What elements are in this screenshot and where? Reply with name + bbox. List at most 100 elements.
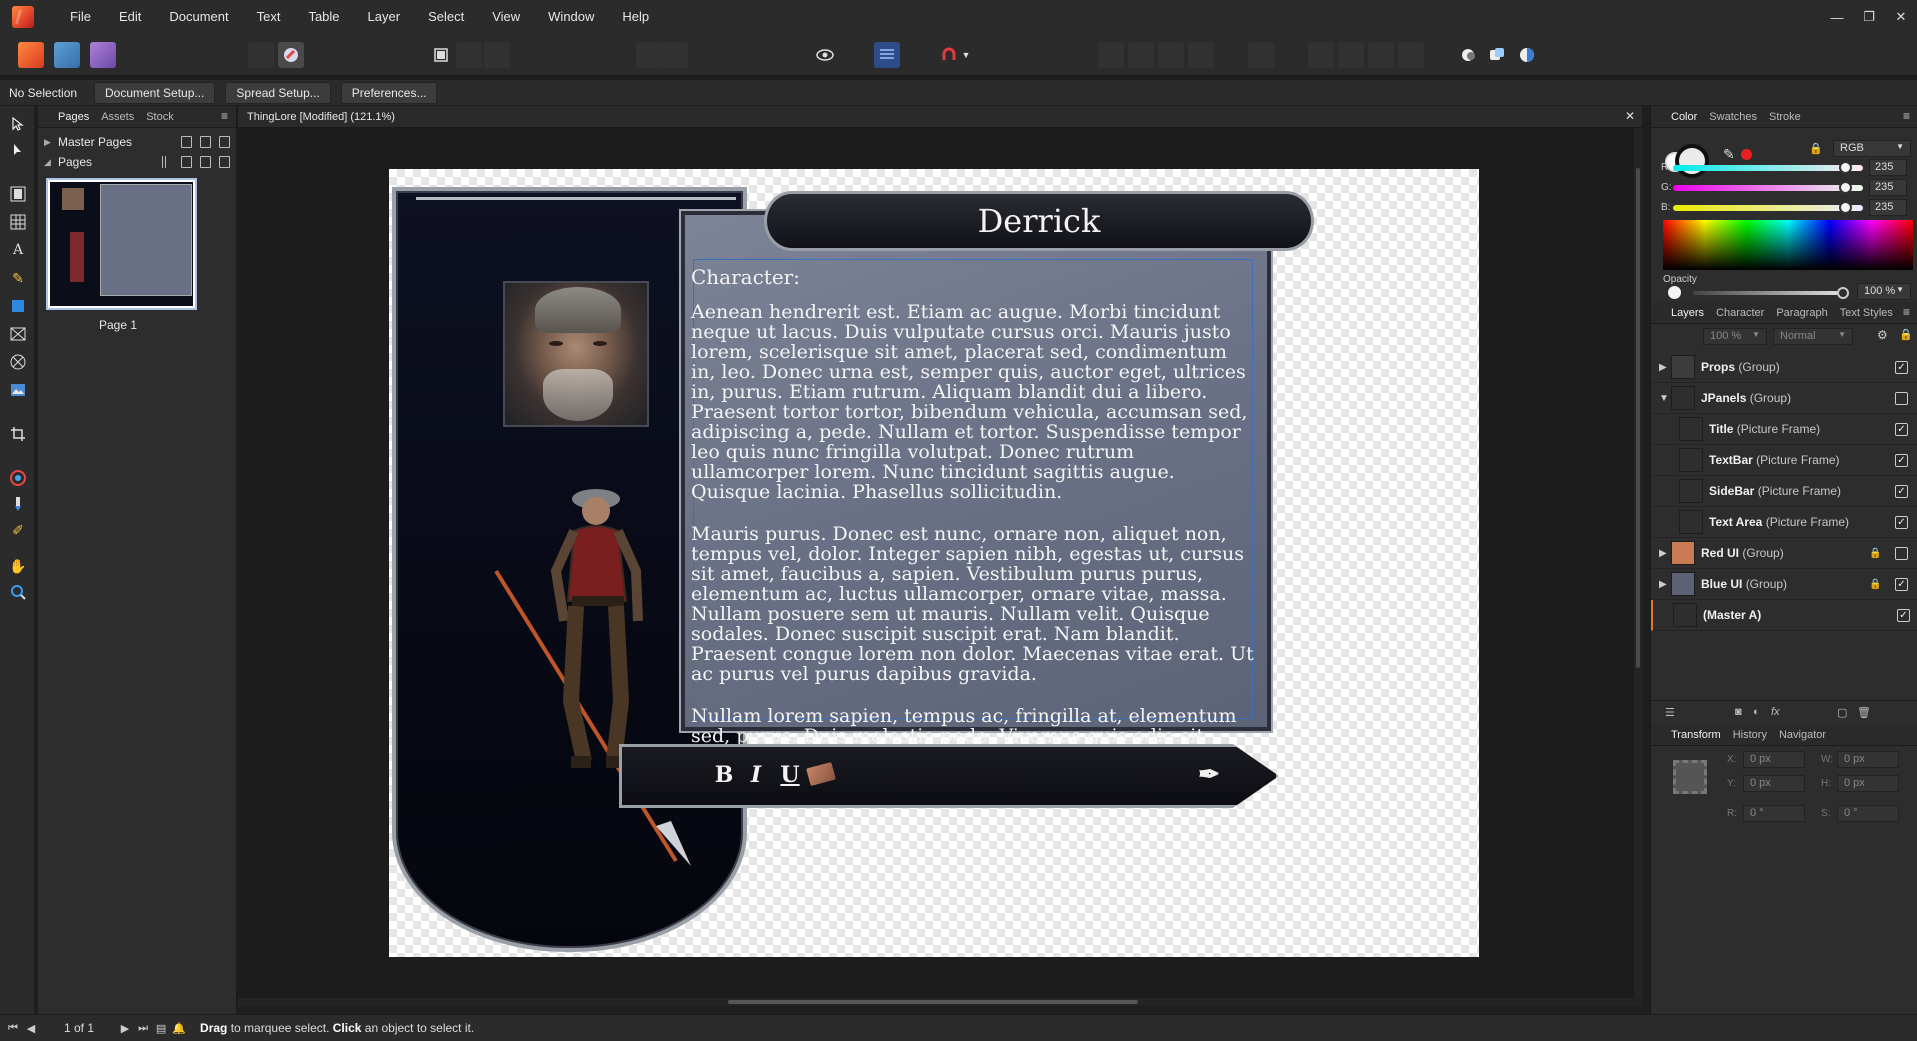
- preflight-icon[interactable]: [248, 42, 274, 68]
- shear-field[interactable]: 0 °: [1837, 805, 1899, 822]
- tab-stock[interactable]: Stock: [146, 111, 174, 123]
- publisher-persona-icon[interactable]: [18, 42, 44, 68]
- flip-v-icon[interactable]: [1338, 42, 1364, 68]
- text-frame-tool-icon[interactable]: [8, 184, 28, 204]
- expand-arrow-icon[interactable]: ▶: [44, 137, 51, 148]
- horizontal-scroll-thumb[interactable]: [728, 1000, 1138, 1004]
- vertical-scrollbar[interactable]: [1634, 128, 1642, 1006]
- tab-text-styles[interactable]: Text Styles: [1840, 307, 1893, 319]
- tab-swatches[interactable]: Swatches: [1709, 111, 1757, 123]
- spread-setup-button[interactable]: Spread Setup...: [225, 81, 331, 104]
- baseline-grid-icon[interactable]: [874, 42, 900, 68]
- layer-visibility-checkbox[interactable]: ✓: [1895, 422, 1908, 436]
- red-value-field[interactable]: 235: [1869, 159, 1907, 176]
- layer-visibility-checkbox[interactable]: ✓: [1895, 577, 1908, 591]
- last-page-icon[interactable]: ⏭: [134, 1022, 152, 1035]
- bold-button[interactable]: B: [712, 762, 736, 788]
- green-slider[interactable]: [1673, 185, 1863, 191]
- zoom-tool-icon[interactable]: [8, 582, 28, 602]
- layer-row[interactable]: (Master A) ✓: [1651, 600, 1917, 631]
- ellipse-frame-tool-icon[interactable]: [8, 352, 28, 372]
- layer-row[interactable]: Text Area (Picture Frame) ✓: [1651, 507, 1917, 538]
- green-slider-knob[interactable]: [1839, 181, 1852, 194]
- boolean-intersect-icon[interactable]: [1514, 42, 1540, 68]
- layer-visibility-checkbox[interactable]: ✓: [1895, 515, 1908, 529]
- pages-row[interactable]: ◢ Pages: [38, 152, 236, 172]
- picture-frame-tool-icon[interactable]: [8, 324, 28, 344]
- rotation-field[interactable]: 0 °: [1743, 805, 1805, 822]
- h-field[interactable]: 0 px: [1837, 775, 1899, 792]
- boolean-subtract-icon[interactable]: [1484, 42, 1510, 68]
- layer-expand-arrow-icon[interactable]: ▶: [1659, 548, 1667, 559]
- menu-layer[interactable]: Layer: [354, 0, 415, 34]
- layer-visibility-checkbox[interactable]: ✓: [1897, 608, 1910, 622]
- character-heading[interactable]: Character:: [691, 265, 800, 289]
- opacity-slider-knob[interactable]: [1837, 287, 1849, 299]
- picked-color-swatch[interactable]: [1741, 149, 1752, 160]
- red-slider[interactable]: [1673, 165, 1863, 171]
- eraser-icon[interactable]: [806, 761, 836, 787]
- mask-icon[interactable]: ◙: [1735, 706, 1742, 718]
- textbar-frame[interactable]: B I U ✒: [619, 744, 1279, 808]
- frame-icon[interactable]: [456, 42, 482, 68]
- page-setup-icon[interactable]: ▤: [152, 1022, 170, 1035]
- menu-help[interactable]: Help: [608, 0, 663, 34]
- opacity-slider[interactable]: [1693, 291, 1838, 295]
- tab-transform[interactable]: Transform: [1671, 729, 1721, 741]
- blue-value-field[interactable]: 235: [1869, 199, 1907, 216]
- color-picker-tool-icon[interactable]: [8, 468, 28, 488]
- w-field[interactable]: 0 px: [1837, 751, 1899, 768]
- menu-document[interactable]: Document: [155, 0, 242, 34]
- knight-figure-image[interactable]: [476, 471, 706, 871]
- menu-text[interactable]: Text: [243, 0, 295, 34]
- delete-page-icon[interactable]: [219, 156, 230, 168]
- character-name[interactable]: Derrick: [767, 202, 1311, 240]
- menu-file[interactable]: File: [56, 0, 105, 34]
- layer-visibility-checkbox[interactable]: ✓: [1895, 484, 1908, 498]
- boolean-add-icon[interactable]: [1456, 42, 1482, 68]
- gear-icon[interactable]: ⚙: [1877, 328, 1888, 342]
- duplicate-master-icon[interactable]: [200, 136, 211, 148]
- previous-page-icon[interactable]: ◀: [22, 1022, 40, 1035]
- minimize-button[interactable]: —: [1821, 0, 1853, 34]
- notification-bell-icon[interactable]: 🔔: [170, 1022, 188, 1035]
- layer-row[interactable]: Title (Picture Frame) ✓: [1651, 414, 1917, 445]
- panel-menu-icon[interactable]: ≡: [1903, 109, 1910, 123]
- place-image-tool-icon[interactable]: [8, 380, 28, 400]
- duplicate-page-icon[interactable]: [200, 156, 211, 168]
- menu-table[interactable]: Table: [294, 0, 353, 34]
- layer-row[interactable]: SideBar (Picture Frame) ✓: [1651, 476, 1917, 507]
- adjustment-icon[interactable]: ◐: [1753, 706, 1760, 718]
- layers-stack-icon[interactable]: ☰: [1665, 706, 1675, 719]
- hand-tool-icon[interactable]: ✋: [8, 556, 28, 576]
- layer-lock-icon[interactable]: 🔒: [1869, 548, 1881, 559]
- crop-tool-icon[interactable]: [8, 424, 28, 444]
- anchor-icon[interactable]: [662, 42, 688, 68]
- layer-visibility-checkbox[interactable]: ✓: [1895, 360, 1908, 374]
- designer-persona-icon[interactable]: [90, 42, 116, 68]
- tab-character[interactable]: Character: [1716, 307, 1764, 319]
- page-spread[interactable]: Derrick Character: Aenean hendrerit est.…: [389, 169, 1479, 957]
- tab-color[interactable]: Color: [1671, 111, 1697, 123]
- artistic-text-tool-icon[interactable]: A: [8, 240, 28, 260]
- rotate-left-icon[interactable]: [1368, 42, 1394, 68]
- add-layer-icon[interactable]: ▢: [1837, 706, 1847, 719]
- layer-expand-arrow-icon[interactable]: ▼: [1659, 393, 1669, 404]
- photo-persona-icon[interactable]: [54, 42, 80, 68]
- rectangle-tool-icon[interactable]: [8, 296, 28, 316]
- master-pages-row[interactable]: ▶ Master Pages: [38, 132, 236, 152]
- blue-slider-knob[interactable]: [1839, 201, 1852, 214]
- quill-icon[interactable]: ✒: [1197, 760, 1221, 790]
- layer-lock-icon[interactable]: 🔒: [1869, 579, 1881, 590]
- blue-slider[interactable]: [1673, 205, 1863, 211]
- page-layout-icon[interactable]: [162, 156, 173, 168]
- layer-expand-arrow-icon[interactable]: ▶: [1659, 362, 1667, 373]
- layer-row[interactable]: ▶ Blue UI (Group) 🔒 ✓: [1651, 569, 1917, 600]
- horizontal-scrollbar[interactable]: [238, 998, 1634, 1006]
- tab-pages[interactable]: Pages: [58, 111, 89, 123]
- color-model-select[interactable]: RGB ▼: [1833, 140, 1911, 157]
- close-document-icon[interactable]: ✕: [1625, 109, 1635, 123]
- snapping-dropdown-icon[interactable]: ▼: [960, 42, 972, 68]
- page-thumbnail[interactable]: [46, 178, 197, 310]
- layer-visibility-checkbox[interactable]: [1895, 391, 1908, 405]
